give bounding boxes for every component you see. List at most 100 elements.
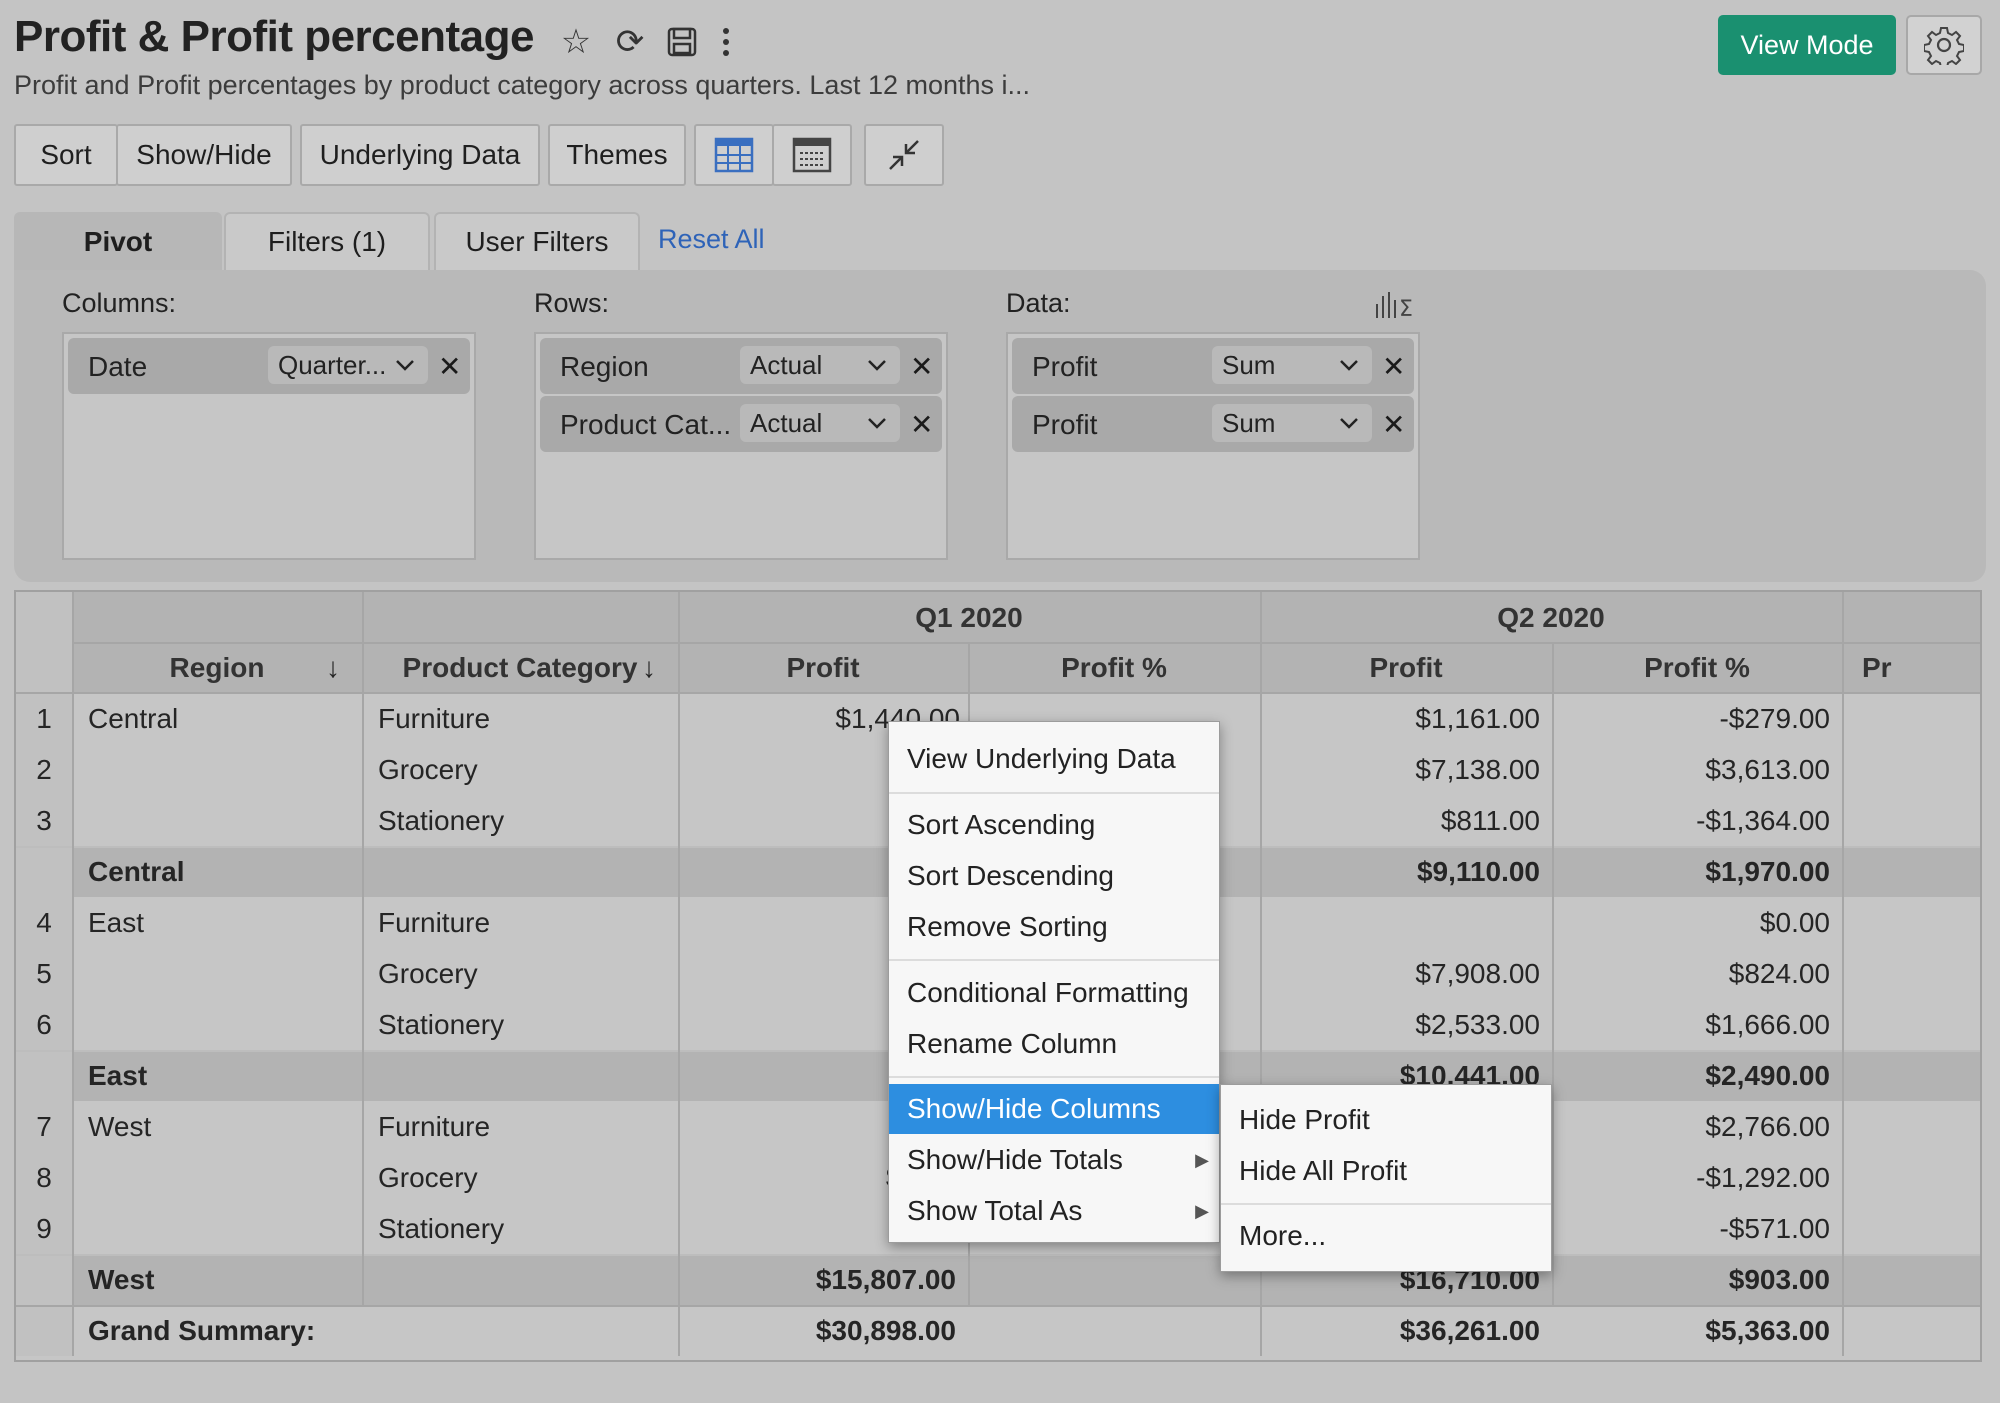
profit-cell[interactable]: $15,807.00 [678,1254,968,1305]
menu-item-remove-sorting[interactable]: Remove Sorting [889,902,1219,952]
column-header[interactable]: Region [72,643,362,693]
tab-filters[interactable]: Filters (1) [224,212,430,270]
collapse-button[interactable] [864,124,944,186]
grand-profit-cell[interactable]: $30,898.00 [678,1305,968,1356]
sort-down-icon[interactable]: ↓ [326,643,340,693]
grand-profit-cell[interactable]: $36,261.00 [1260,1305,1552,1356]
profit-percent-cell[interactable]: -$1,364.00 [1552,795,1842,846]
remove-icon[interactable]: ✕ [1382,350,1405,383]
remove-icon[interactable]: ✕ [910,408,933,441]
profit-cell[interactable]: $1,161.00 [1260,693,1552,744]
region-cell[interactable]: East [88,1050,147,1101]
menu-item-sort-descending[interactable]: Sort Descending [889,851,1219,901]
data-chip-profit[interactable]: Profit Sum ✕ [1012,338,1414,394]
category-cell[interactable]: Stationery [378,795,504,846]
data-chip-profit[interactable]: Profit Sum ✕ [1012,396,1414,452]
profit-percent-cell[interactable]: $3,613.00 [1552,744,1842,795]
region-cell[interactable]: West [88,1101,151,1152]
rows-dropzone[interactable]: Region Actual ✕ Product Cat... Actual ✕ [534,332,948,560]
profit-percent-cell[interactable]: $0.00 [1552,897,1842,948]
more-options-icon[interactable] [704,20,748,64]
region-cell[interactable]: Central [88,846,184,897]
submenu-item-more[interactable]: More... [1221,1211,1551,1261]
category-cell[interactable]: Grocery [378,744,478,795]
data-dropzone[interactable]: Profit Sum ✕ Profit Sum ✕ [1006,332,1420,560]
profit-percent-cell[interactable]: -$279.00 [1552,693,1842,744]
columns-dropzone[interactable]: Date Quarter... ✕ [62,332,476,560]
region-cell[interactable]: Central [88,693,178,744]
gear-icon [1924,27,1964,65]
compact-layout-button[interactable] [772,124,852,186]
category-cell[interactable]: Furniture [378,1101,490,1152]
column-header[interactable]: Profit [1260,643,1552,693]
show-hide-button[interactable]: Show/Hide [116,124,292,186]
profit-percent-cell[interactable]: $824.00 [1552,948,1842,999]
refresh-icon[interactable]: ⟳ [608,20,652,64]
menu-item-show-total-as[interactable]: Show Total As ▶ [889,1186,1219,1236]
category-cell[interactable]: Furniture [378,897,490,948]
column-chip-date[interactable]: Date Quarter... ✕ [68,338,470,394]
menu-item-conditional-formatting[interactable]: Conditional Formatting [889,968,1219,1018]
chip-option-select[interactable]: Actual [740,404,900,442]
profit-percent-cell[interactable]: $1,970.00 [1552,846,1842,897]
remove-icon[interactable]: ✕ [438,350,461,383]
profit-cell[interactable]: $9,110.00 [1260,846,1552,897]
remove-icon[interactable]: ✕ [910,350,933,383]
submenu-item-hide-all-profit[interactable]: Hide All Profit [1221,1146,1551,1196]
menu-item-sort-ascending[interactable]: Sort Ascending [889,800,1219,850]
profit-cell[interactable]: $7,908.00 [1260,948,1552,999]
star-icon[interactable]: ☆ [554,20,598,64]
category-cell[interactable]: Grocery [378,948,478,999]
chip-option-select[interactable]: Sum [1212,346,1372,384]
table-layout-button[interactable] [694,124,774,186]
sort-down-icon[interactable]: ↓ [642,643,656,693]
profit-percent-cell[interactable]: -$1,292.00 [1552,1152,1842,1203]
menu-item-show-hide-totals[interactable]: Show/Hide Totals ▶ [889,1135,1219,1185]
column-header[interactable]: Profit [678,643,968,693]
grand-profit-percent-cell[interactable]: $5,363.00 [1552,1305,1842,1356]
menu-item-view-underlying-data[interactable]: View Underlying Data [889,734,1219,784]
profit-percent-cell[interactable]: -$571.00 [1552,1203,1842,1254]
tab-pivot[interactable]: Pivot [14,212,222,270]
profit-cell[interactable]: $7,138.00 [1260,744,1552,795]
group-header[interactable]: Q1 2020 [678,592,1260,643]
profit-percent-cell[interactable]: $1,666.00 [1552,999,1842,1050]
category-cell[interactable]: Grocery [378,1152,478,1203]
category-cell[interactable]: Stationery [378,999,504,1050]
row-number [16,1254,72,1305]
profit-percent-cell[interactable]: $2,766.00 [1552,1101,1842,1152]
profit-cell[interactable]: $811.00 [1260,795,1552,846]
menu-item-rename-column[interactable]: Rename Column [889,1019,1219,1069]
profit-percent-cell[interactable]: $903.00 [1552,1254,1842,1305]
region-cell[interactable]: West [88,1254,154,1305]
themes-button[interactable]: Themes [548,124,686,186]
category-cell[interactable]: Furniture [378,693,490,744]
remove-icon[interactable]: ✕ [1382,408,1405,441]
column-header[interactable]: Profit % [968,643,1260,693]
profit-cell[interactable]: $2,533.00 [1260,999,1552,1050]
tab-user-filters[interactable]: User Filters [434,212,640,270]
row-chip-product-category[interactable]: Product Cat... Actual ✕ [540,396,942,452]
category-cell[interactable]: Stationery [378,1203,504,1254]
column-header[interactable]: Product Category [362,643,678,693]
chart-summary-icon[interactable]: Σ [1374,290,1418,325]
underlying-data-button[interactable]: Underlying Data [300,124,540,186]
sort-button[interactable]: Sort [14,124,118,186]
column-header[interactable]: Pr [1842,643,1980,693]
settings-button[interactable] [1906,15,1982,75]
profit-percent-cell[interactable]: $2,490.00 [1552,1050,1842,1101]
row-chip-region[interactable]: Region Actual ✕ [540,338,942,394]
region-cell[interactable]: East [88,897,144,948]
group-header[interactable]: Q2 2020 [1260,592,1842,643]
chip-option-select[interactable]: Quarter... [268,346,428,384]
chip-option-select[interactable]: Actual [740,346,900,384]
reset-all-link[interactable]: Reset All [658,224,765,255]
profit-cell[interactable] [1260,897,1552,948]
chip-option-select[interactable]: Sum [1212,404,1372,442]
save-icon[interactable] [660,20,704,64]
column-header[interactable]: Profit % [1552,643,1842,693]
view-mode-button[interactable]: View Mode [1718,15,1896,75]
submenu-item-hide-profit[interactable]: Hide Profit [1221,1095,1551,1145]
submenu-arrow-icon: ▶ [1195,1200,1209,1221]
menu-item-show-hide-columns[interactable]: Show/Hide Columns [889,1084,1219,1134]
